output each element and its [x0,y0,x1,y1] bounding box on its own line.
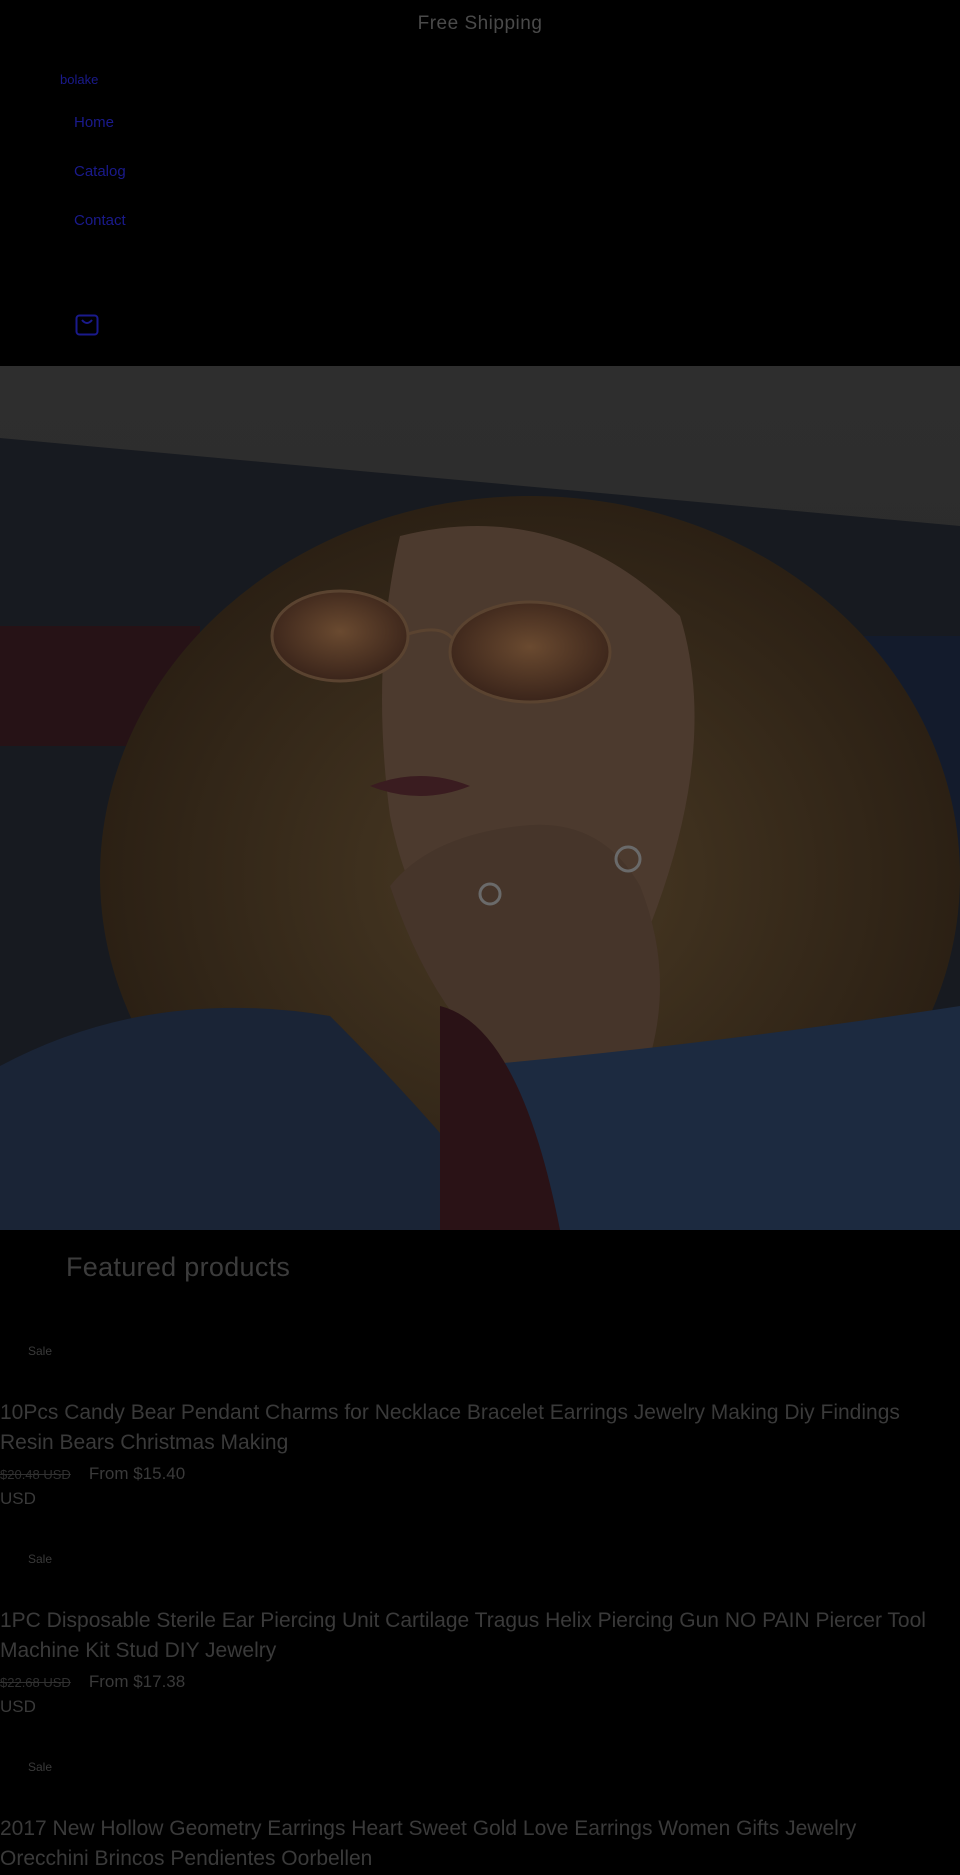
featured-products-title: Featured products [66,1252,291,1282]
regular-price: $22.68 USD [0,1675,71,1690]
announcement-text: Free Shipping [417,13,543,34]
cart-button[interactable] [74,312,100,338]
product-card[interactable]: Sale 2017 New Hollow Geometry Earrings H… [0,1754,960,1875]
nav-item-home[interactable]: Home [74,110,126,159]
hero-banner-image [0,366,960,1230]
brand-logo-link[interactable]: bolake [60,72,98,87]
product-title-link[interactable]: 1PC Disposable Sterile Ear Piercing Unit… [0,1606,950,1666]
sale-badge: Sale [28,1760,53,1774]
bag-icon [75,314,99,336]
product-card[interactable]: Sale 10Pcs Candy Bear Pendant Charms for… [0,1338,960,1538]
sale-price: From $17.38 [88,1672,186,1691]
price-row: $20.48 USD From $15.40 USD [0,1462,185,1511]
nav-item-catalog[interactable]: Catalog [74,159,126,208]
nav-item-contact[interactable]: Contact [74,208,126,257]
sale-price: From $15.40 [88,1464,186,1483]
regular-price: $20.48 USD [0,1467,71,1482]
sale-badge: Sale [28,1344,53,1358]
product-title-link[interactable]: 10Pcs Candy Bear Pendant Charms for Neck… [0,1398,950,1458]
currency-code: USD [0,1489,36,1508]
product-title-link[interactable]: 2017 New Hollow Geometry Earrings Heart … [0,1814,950,1874]
currency-code: USD [0,1697,36,1716]
price-row: $22.68 USD From $17.38 USD [0,1670,185,1719]
woman-sunglasses-photo [0,366,960,1230]
sale-badge: Sale [28,1552,53,1566]
main-nav: Home Catalog Contact [74,110,126,257]
announcement-bar: Free Shipping [0,0,960,48]
product-card[interactable]: Sale 1PC Disposable Sterile Ear Piercing… [0,1546,960,1746]
